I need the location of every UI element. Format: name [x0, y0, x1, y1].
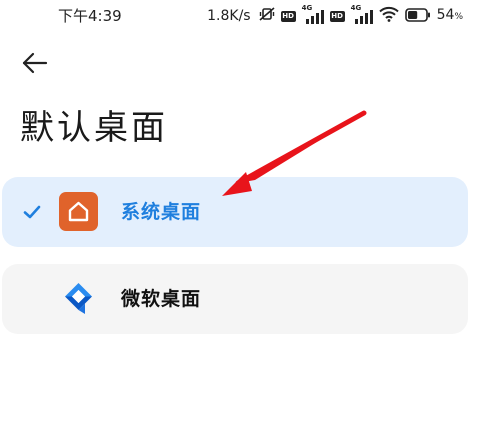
- back-button[interactable]: [20, 50, 50, 76]
- battery-icon: [404, 7, 431, 26]
- status-time: 下午4:39: [58, 7, 122, 25]
- hd-badge-1: HD: [280, 10, 296, 22]
- launcher-settings-screen: 下午4:39 1.8K/s HD 4G HD 4G 54% 默认桌面 系统桌面 …: [0, 0, 487, 441]
- launcher-label-system: 系统桌面: [121, 201, 202, 223]
- back-arrow-icon: [22, 52, 48, 74]
- home-icon: [59, 192, 98, 231]
- wifi-icon: [378, 6, 399, 26]
- hd-badge-2: HD: [329, 10, 345, 22]
- signal-strength-icon-2: 4G: [351, 4, 373, 24]
- network-speed: 1.8K/s: [207, 8, 251, 24]
- launcher-label-microsoft: 微软桌面: [121, 288, 202, 310]
- status-bar: 下午4:39 1.8K/s HD 4G HD 4G 54%: [0, 0, 487, 34]
- mute-vibrate-icon: [259, 6, 275, 26]
- launcher-option-microsoft[interactable]: 微软桌面: [2, 264, 468, 334]
- signal-strength-icon-1: 4G: [302, 4, 324, 24]
- check-icon: [23, 205, 41, 219]
- page-title: 默认桌面: [20, 108, 168, 148]
- status-icons: 1.8K/s HD 4G HD 4G 54%: [207, 4, 463, 26]
- launcher-option-system[interactable]: 系统桌面: [2, 177, 468, 247]
- microsoft-launcher-icon: [65, 283, 92, 314]
- battery-percentage: 54%: [436, 7, 463, 23]
